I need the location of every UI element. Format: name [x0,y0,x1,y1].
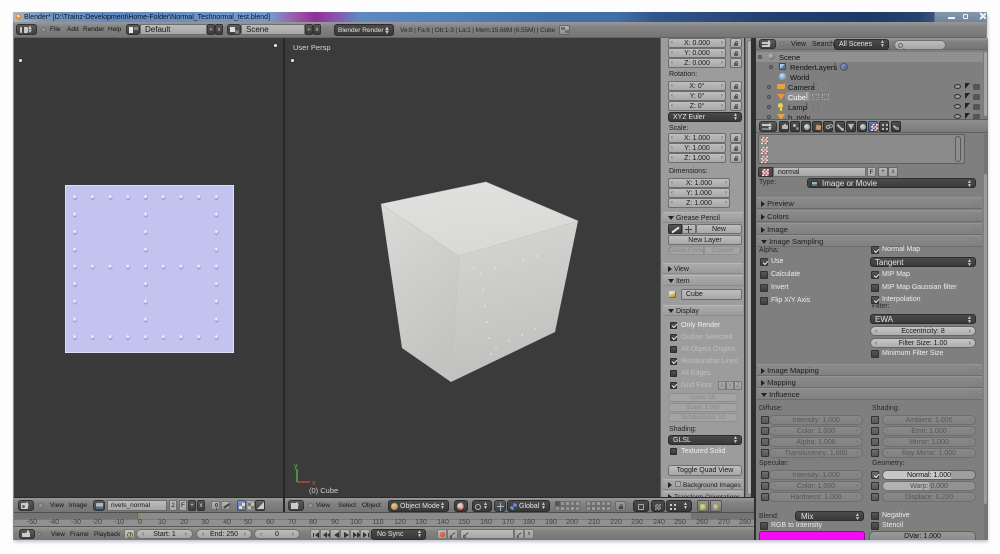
svg-text:y: y [294,463,298,470]
